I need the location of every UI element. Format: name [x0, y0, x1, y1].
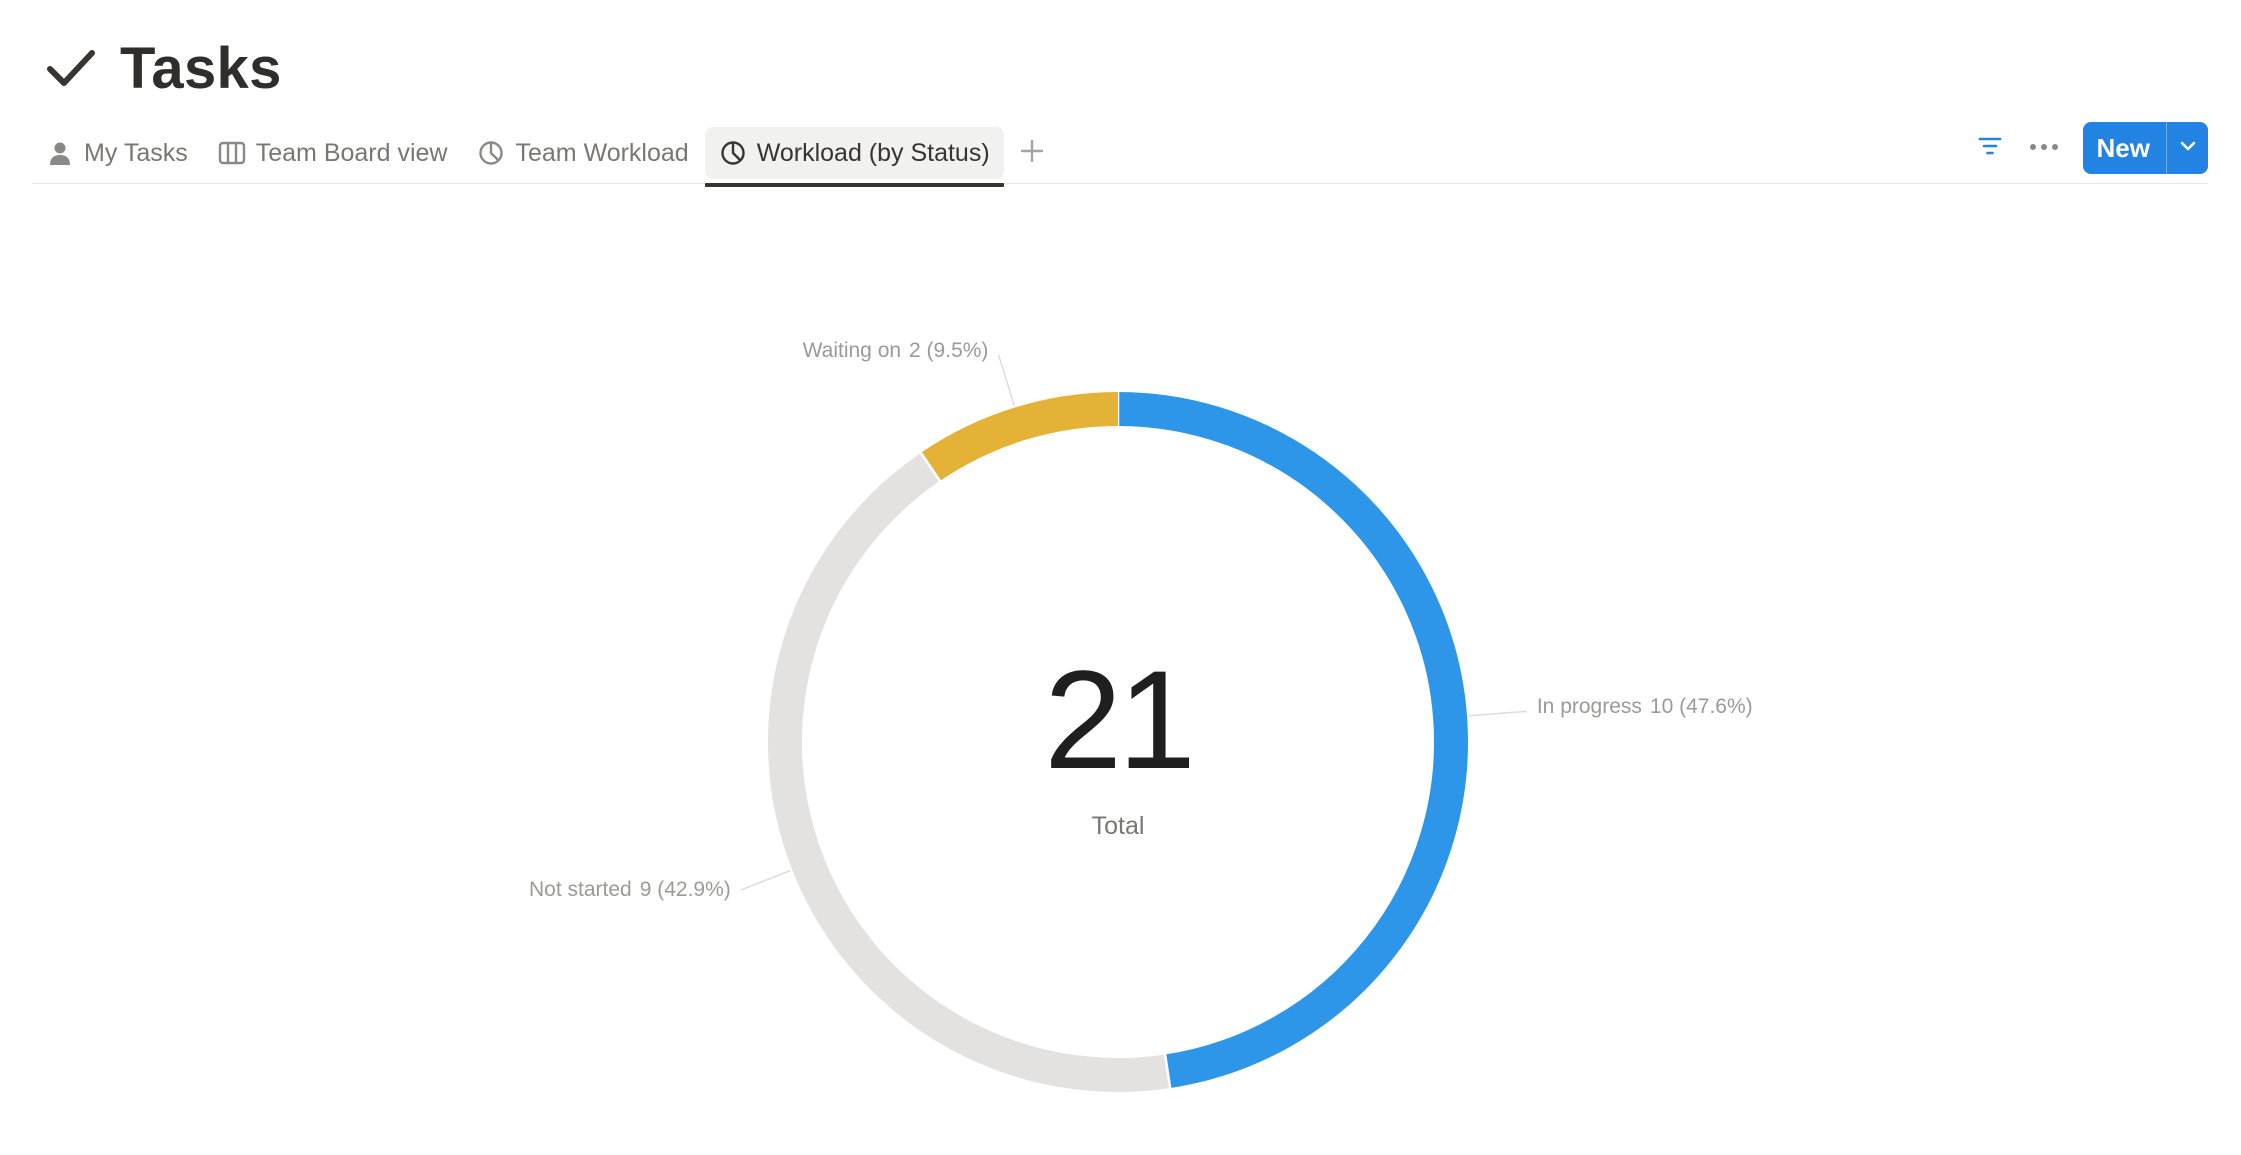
new-button-group: New — [2082, 122, 2208, 174]
board-columns-icon — [218, 139, 246, 167]
page-header: Tasks — [44, 28, 282, 108]
slice-label-in-progress: In progress 10 (47.6%) — [1537, 695, 1753, 719]
tab-label: My Tasks — [84, 138, 188, 167]
view-tabs-bar: My Tasks Team Board view Team Workload W… — [32, 122, 2208, 187]
slice-leader-line — [1468, 710, 1527, 717]
chart-total-label: Total — [1091, 812, 1145, 840]
slice-label-name: Waiting on — [802, 338, 902, 362]
tab-team-workload[interactable]: Team Workload — [463, 127, 702, 179]
filter-button[interactable] — [1967, 125, 2013, 171]
slice-label-name: Not started — [528, 877, 632, 901]
slice-label-waiting-on: Waiting on 2 (9.5%) — [803, 339, 989, 363]
view-toolbar: New — [1967, 122, 2208, 174]
add-view-button[interactable] — [1012, 133, 1052, 173]
more-options-button[interactable] — [2021, 125, 2067, 171]
tab-label: Team Board view — [255, 138, 448, 167]
new-button[interactable]: New — [2083, 122, 2166, 174]
slice-label-value: 10 (47.6%) — [1649, 695, 1753, 719]
checkmark-icon — [44, 41, 98, 95]
view-tabs: My Tasks Team Board view Team Workload W… — [32, 124, 1052, 187]
plus-icon — [1019, 138, 1045, 169]
status-donut-chart: In progress 10 (47.6%) Not started 9 (42.9… — [0, 190, 2241, 1155]
tab-label: Workload (by Status) — [756, 138, 990, 167]
tab-team-board-view[interactable]: Team Board view — [204, 127, 462, 179]
tab-workload-by-status[interactable]: Workload (by Status) — [704, 127, 1004, 187]
donut-slice-waiting-on[interactable] — [920, 392, 1119, 482]
slice-label-not-started: Not started 9 (42.9%) — [529, 878, 731, 902]
chevron-down-icon — [2179, 139, 2197, 157]
new-dropdown-button[interactable] — [2166, 122, 2208, 174]
person-icon — [46, 139, 74, 167]
more-dots-icon — [2029, 139, 2059, 157]
slice-leader-line — [997, 354, 1015, 406]
pie-chart-icon — [477, 139, 505, 167]
slice-label-value: 9 (42.9%) — [639, 877, 731, 901]
slice-leader-line — [740, 869, 791, 891]
chart-total-value: 21 — [1044, 641, 1196, 798]
slice-label-name: In progress — [1536, 695, 1642, 719]
page-title: Tasks — [120, 35, 282, 101]
tab-label: Team Workload — [515, 138, 689, 167]
filter-icon — [1977, 134, 2003, 163]
tasks-page: Tasks My Tasks Team Board view Team Work… — [0, 0, 2241, 1155]
pie-chart-icon — [719, 139, 747, 167]
slice-label-value: 2 (9.5%) — [909, 338, 989, 362]
tab-my-tasks[interactable]: My Tasks — [32, 127, 202, 179]
